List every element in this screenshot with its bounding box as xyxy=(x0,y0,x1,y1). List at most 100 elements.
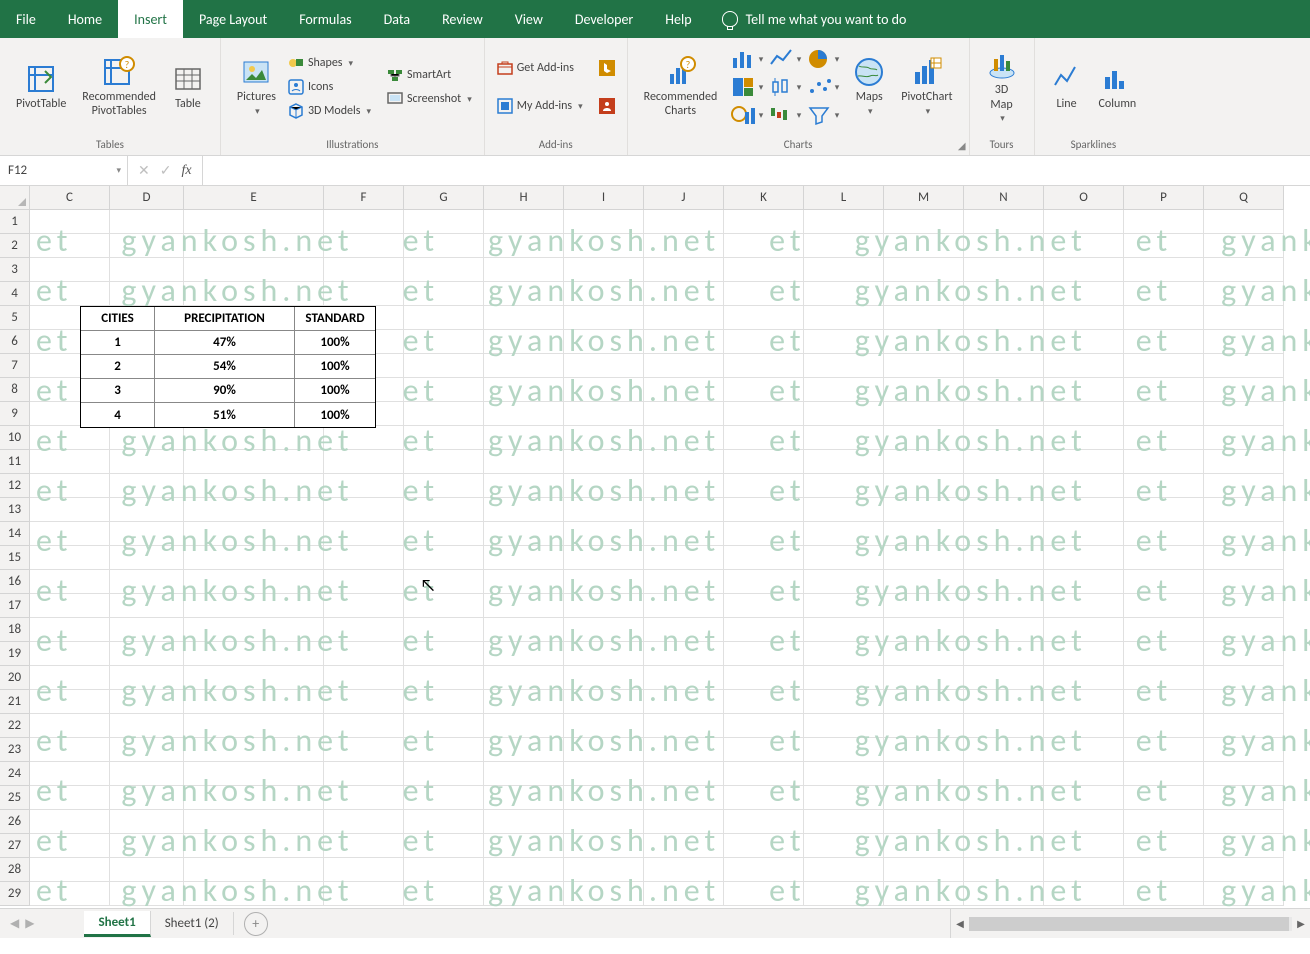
cell[interactable] xyxy=(484,306,564,330)
cell[interactable] xyxy=(724,330,804,354)
table-cell[interactable]: 2 xyxy=(81,355,155,379)
cell[interactable] xyxy=(110,426,184,450)
cell[interactable] xyxy=(804,738,884,762)
cell[interactable] xyxy=(484,450,564,474)
pivot-table-button[interactable]: PivotTable xyxy=(8,61,74,113)
cell[interactable] xyxy=(964,858,1044,882)
cell[interactable] xyxy=(110,666,184,690)
cell[interactable] xyxy=(324,498,404,522)
cell[interactable] xyxy=(724,474,804,498)
table-cell[interactable]: 100% xyxy=(295,355,375,379)
3d-map-button[interactable]: 3D Map▾ xyxy=(978,47,1026,127)
cell[interactable] xyxy=(110,786,184,810)
cell[interactable] xyxy=(804,786,884,810)
cell[interactable] xyxy=(110,618,184,642)
cell[interactable] xyxy=(1124,378,1204,402)
cell[interactable] xyxy=(324,546,404,570)
cell[interactable] xyxy=(404,834,484,858)
cell[interactable] xyxy=(30,690,110,714)
cell[interactable] xyxy=(1204,210,1284,234)
cell[interactable] xyxy=(324,426,404,450)
cell[interactable] xyxy=(1204,474,1284,498)
cell[interactable] xyxy=(404,378,484,402)
cell[interactable] xyxy=(1204,714,1284,738)
cell[interactable] xyxy=(964,426,1044,450)
cell[interactable] xyxy=(324,882,404,906)
cell[interactable] xyxy=(30,546,110,570)
cell[interactable] xyxy=(724,810,804,834)
cell[interactable] xyxy=(964,258,1044,282)
cell[interactable] xyxy=(804,666,884,690)
cell[interactable] xyxy=(804,618,884,642)
cell[interactable] xyxy=(324,714,404,738)
cell[interactable] xyxy=(804,378,884,402)
cell[interactable] xyxy=(884,546,964,570)
scatter-chart-button[interactable]: ▾ xyxy=(807,74,839,100)
cell[interactable] xyxy=(1044,882,1124,906)
cell[interactable] xyxy=(1124,858,1204,882)
cell[interactable] xyxy=(404,306,484,330)
row-header[interactable]: 29 xyxy=(0,882,30,906)
cell[interactable] xyxy=(1044,666,1124,690)
cell[interactable] xyxy=(404,354,484,378)
cell[interactable] xyxy=(1204,258,1284,282)
cell[interactable] xyxy=(644,498,724,522)
cell[interactable] xyxy=(884,642,964,666)
row-header[interactable]: 5 xyxy=(0,306,30,330)
row-header[interactable]: 20 xyxy=(0,666,30,690)
cell[interactable] xyxy=(644,714,724,738)
row-header[interactable]: 25 xyxy=(0,786,30,810)
cell[interactable] xyxy=(644,858,724,882)
cell[interactable] xyxy=(884,786,964,810)
cell[interactable] xyxy=(724,210,804,234)
cell[interactable] xyxy=(804,402,884,426)
cell[interactable] xyxy=(1204,618,1284,642)
row-header[interactable]: 11 xyxy=(0,450,30,474)
cell[interactable] xyxy=(1044,474,1124,498)
column-header[interactable]: M xyxy=(884,186,964,210)
cell[interactable] xyxy=(564,546,644,570)
cell[interactable] xyxy=(110,738,184,762)
cell[interactable] xyxy=(404,234,484,258)
cancel-formula-icon[interactable]: ✕ xyxy=(138,162,150,179)
cell[interactable] xyxy=(1204,522,1284,546)
cell[interactable] xyxy=(884,594,964,618)
cell[interactable] xyxy=(404,474,484,498)
cell[interactable] xyxy=(404,426,484,450)
cell[interactable] xyxy=(324,210,404,234)
cell[interactable] xyxy=(1204,858,1284,882)
cell[interactable] xyxy=(724,426,804,450)
cell[interactable] xyxy=(1204,810,1284,834)
cell[interactable] xyxy=(324,450,404,474)
cell[interactable] xyxy=(324,618,404,642)
formula-input[interactable] xyxy=(203,156,1310,185)
pivot-chart-button[interactable]: PivotChart▾ xyxy=(893,54,960,119)
cell[interactable] xyxy=(1124,306,1204,330)
cell[interactable] xyxy=(644,210,724,234)
cell[interactable] xyxy=(964,522,1044,546)
tab-insert[interactable]: Insert xyxy=(118,0,183,38)
cell[interactable] xyxy=(964,354,1044,378)
cell[interactable] xyxy=(184,234,324,258)
cell[interactable] xyxy=(804,330,884,354)
cell[interactable] xyxy=(1204,426,1284,450)
cell[interactable] xyxy=(404,642,484,666)
cell[interactable] xyxy=(564,834,644,858)
cell[interactable] xyxy=(564,810,644,834)
cell[interactable] xyxy=(724,546,804,570)
column-header[interactable]: J xyxy=(644,186,724,210)
cell[interactable] xyxy=(1044,690,1124,714)
cell[interactable] xyxy=(484,258,564,282)
cell[interactable] xyxy=(184,522,324,546)
sparkline-line-button[interactable]: Line xyxy=(1043,61,1091,113)
cell[interactable] xyxy=(30,570,110,594)
horizontal-scrollbar[interactable]: ◀ ▶ xyxy=(950,909,1310,938)
tell-me-search[interactable]: Tell me what you want to do xyxy=(708,0,921,38)
cell[interactable] xyxy=(1124,426,1204,450)
get-addins-button[interactable]: Get Add-ins xyxy=(493,58,587,78)
cell[interactable] xyxy=(1204,498,1284,522)
cell[interactable] xyxy=(1044,426,1124,450)
cell[interactable] xyxy=(30,450,110,474)
cell[interactable] xyxy=(110,498,184,522)
cell[interactable] xyxy=(564,282,644,306)
